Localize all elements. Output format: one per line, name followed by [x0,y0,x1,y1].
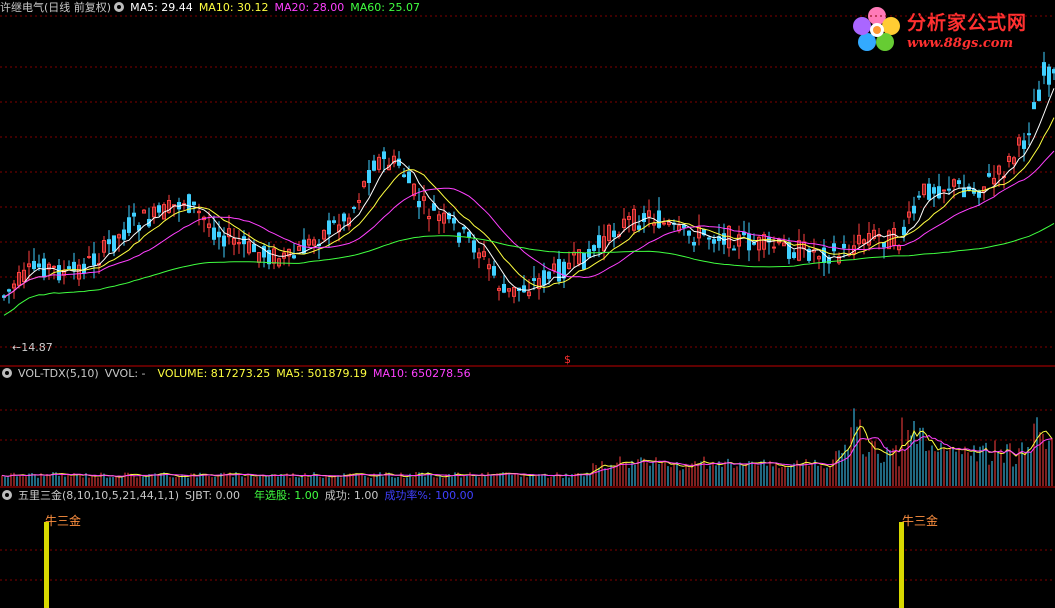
candle-body [7,289,11,292]
candle-body [637,225,641,230]
candle-body [397,158,401,166]
candle-body [107,239,111,245]
candle-body [472,240,476,253]
candle-body [457,232,461,243]
candle-body [542,270,546,286]
candle-body [692,241,696,246]
candle-body [612,230,616,238]
candle-body [502,283,506,293]
candle-body [212,227,216,240]
candle-body [292,255,296,259]
candle-body [492,266,496,276]
candle-body [1042,62,1046,76]
candle-body [937,186,941,199]
candle-body [462,226,466,230]
candle-body [1032,102,1036,110]
candle-body [927,183,931,200]
candle-body [262,246,266,258]
candle-body [1022,140,1026,149]
candle-body [327,220,331,235]
candle-body [732,248,736,251]
candle-body [792,252,796,258]
candle-body [682,225,686,229]
candle-body [342,213,346,222]
candle-body [1037,89,1041,101]
candle-body [367,170,371,183]
candle-body [372,160,376,171]
candle-body [467,231,471,238]
candle-body [57,265,61,281]
candle-body [192,201,196,206]
candle-body [1027,133,1031,136]
ma5-line [3,88,1055,298]
candle-body [532,278,536,281]
candle-body [222,235,226,247]
signal-spike-right [899,522,904,608]
candle-body [72,261,76,271]
candle-body [87,256,91,259]
candle-body [402,174,406,178]
volume-ma5-line [1,425,1053,478]
candle-body [962,187,966,198]
kline-chart-canvas[interactable] [0,0,1055,608]
candle-body [252,243,256,253]
candle-body [917,195,921,198]
candle-body [452,218,456,224]
candle-body [912,205,916,214]
candle-body [942,189,946,192]
candle-body [882,241,886,248]
candle-body [987,173,991,177]
candle-body [597,235,601,248]
candle-body [157,205,161,213]
candle-body [547,271,551,279]
candle-body [127,217,131,233]
signal-spike-left [44,522,49,608]
candle-body [772,246,776,249]
candle-body [957,180,961,185]
candle-body [42,258,46,278]
candle-body [352,206,356,209]
candle-body [932,187,936,194]
candle-body [522,285,526,293]
candle-body [1047,66,1051,85]
candle-body [112,235,116,252]
candle-body [217,231,221,238]
candle-body [52,265,56,268]
candle-body [842,243,846,249]
candle-body [332,220,336,223]
candle-body [592,245,596,251]
candle-body [657,210,661,228]
candle-body [37,263,41,268]
candle-body [122,229,126,240]
candle-body [747,233,751,251]
candle-body [407,171,411,184]
candle-body [417,201,421,208]
candle-body [712,239,716,244]
volume-ma10-line [1,434,1053,477]
candle-body [92,253,96,266]
candle-body [557,259,561,282]
candle-body [687,230,691,236]
candle-body [902,226,906,236]
candle-body [947,188,951,191]
candle-body [662,222,666,225]
candle-body [382,151,386,160]
candle-body [132,212,136,217]
candle-body [67,266,71,270]
candle-body [32,260,36,270]
candle-body [707,237,711,240]
